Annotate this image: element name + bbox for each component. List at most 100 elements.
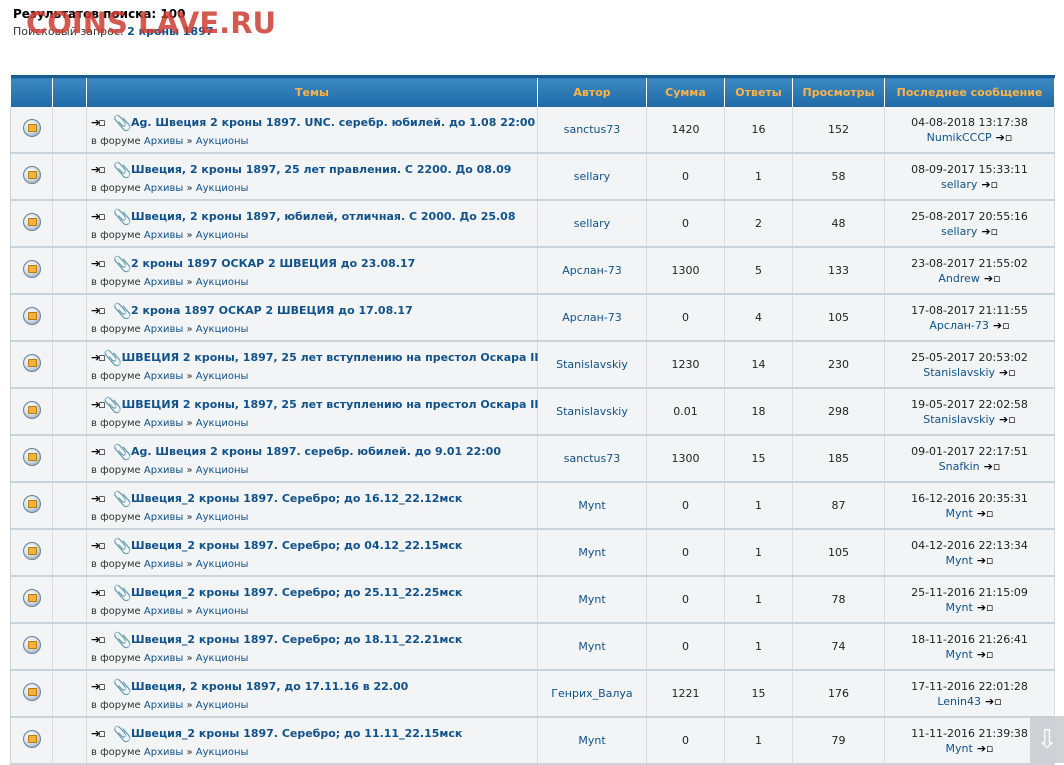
goto-last-post-icon[interactable]: ➔▫ <box>977 507 994 520</box>
forum-link-auctions[interactable]: Аукционы <box>196 653 249 664</box>
goto-first-unread-icon[interactable]: ➔▫ <box>91 633 113 646</box>
goto-last-post-icon[interactable]: ➔▫ <box>977 648 994 661</box>
author-link[interactable]: Mynt <box>578 640 605 653</box>
author-link[interactable]: Stanislavskiy <box>556 358 628 371</box>
goto-last-post-icon[interactable]: ➔▫ <box>984 272 1001 285</box>
topic-title-link[interactable]: Швеция_2 кроны 1897. Серебро; до 11.11_2… <box>131 727 462 740</box>
author-link[interactable]: sanctus73 <box>564 452 621 465</box>
goto-last-post-icon[interactable]: ➔▫ <box>984 460 1001 473</box>
goto-first-unread-icon[interactable]: ➔▫ <box>91 680 113 693</box>
forum-link-archive[interactable]: Архивы <box>144 559 183 570</box>
topic-title-link[interactable]: ШВЕЦИЯ 2 кроны, 1897, 25 лет вступлению … <box>122 398 539 411</box>
last-post-author-link[interactable]: Mynt <box>946 507 973 520</box>
last-post-author-link[interactable]: Mynt <box>946 601 973 614</box>
forum-link-archive[interactable]: Архивы <box>144 700 183 711</box>
goto-first-unread-icon[interactable]: ➔▫ <box>91 586 113 599</box>
topic-title-link[interactable]: Ag. Швеция 2 кроны 1897. серебр. юбилей.… <box>131 445 501 458</box>
forum-link-auctions[interactable]: Аукционы <box>196 324 249 335</box>
goto-first-unread-icon[interactable]: ➔▫ <box>91 398 106 411</box>
author-link[interactable]: Арслан-73 <box>562 264 622 277</box>
author-link[interactable]: Mynt <box>578 499 605 512</box>
topic-title-link[interactable]: Ag. Швеция 2 кроны 1897. UNC. серебр. юб… <box>131 116 535 129</box>
last-post-author-link[interactable]: Mynt <box>946 648 973 661</box>
last-post-author-link[interactable]: Snafkin <box>939 460 980 473</box>
goto-last-post-icon[interactable]: ➔▫ <box>996 131 1013 144</box>
topic-title-link[interactable]: Швеция_2 кроны 1897. Серебро; до 16.12_2… <box>131 492 462 505</box>
topic-title-link[interactable]: 2 крона 1897 ОСКАР 2 ШВЕЦИЯ до 17.08.17 <box>131 304 413 317</box>
forum-link-archive[interactable]: Архивы <box>144 324 183 335</box>
forum-link-auctions[interactable]: Аукционы <box>196 559 249 570</box>
goto-first-unread-icon[interactable]: ➔▫ <box>91 257 113 270</box>
author-link[interactable]: sellary <box>574 170 610 183</box>
author-link[interactable]: Арслан-73 <box>562 311 622 324</box>
topic-title-link[interactable]: Швеция, 2 кроны 1897, до 17.11.16 в 22.0… <box>131 680 408 693</box>
topic-title-link[interactable]: Швеция_2 кроны 1897. Серебро; до 04.12_2… <box>131 539 462 552</box>
forum-link-auctions[interactable]: Аукционы <box>196 465 249 476</box>
forum-link-auctions[interactable]: Аукционы <box>196 747 249 758</box>
last-post-author-link[interactable]: Арслан-73 <box>929 319 989 332</box>
forum-link-archive[interactable]: Архивы <box>144 418 183 429</box>
forum-link-archive[interactable]: Архивы <box>144 606 183 617</box>
author-link[interactable]: sellary <box>574 217 610 230</box>
forum-link-archive[interactable]: Архивы <box>144 653 183 664</box>
topic-title-link[interactable]: ШВЕЦИЯ 2 кроны, 1897, 25 лет вступлению … <box>122 351 539 364</box>
goto-last-post-icon[interactable]: ➔▫ <box>977 554 994 567</box>
forum-link-auctions[interactable]: Аукционы <box>196 700 249 711</box>
author-link[interactable]: Mynt <box>578 593 605 606</box>
goto-last-post-icon[interactable]: ➔▫ <box>999 366 1016 379</box>
last-post-author-link[interactable]: sellary <box>941 225 977 238</box>
forum-link-auctions[interactable]: Аукционы <box>196 230 249 241</box>
forum-link-archive[interactable]: Архивы <box>144 230 183 241</box>
goto-last-post-icon[interactable]: ➔▫ <box>993 319 1010 332</box>
goto-first-unread-icon[interactable]: ➔▫ <box>91 351 106 364</box>
goto-last-post-icon[interactable]: ➔▫ <box>981 178 998 191</box>
goto-first-unread-icon[interactable]: ➔▫ <box>91 445 113 458</box>
forum-link-auctions[interactable]: Аукционы <box>196 277 249 288</box>
topic-title-link[interactable]: Швеция_2 кроны 1897. Серебро; до 18.11_2… <box>131 633 462 646</box>
last-post-author-link[interactable]: sellary <box>941 178 977 191</box>
author-link[interactable]: sanctus73 <box>564 123 621 136</box>
goto-first-unread-icon[interactable]: ➔▫ <box>91 116 113 129</box>
last-post-author-link[interactable]: Stanislavskiy <box>923 366 995 379</box>
forum-link-auctions[interactable]: Аукционы <box>196 418 249 429</box>
goto-last-post-icon[interactable]: ➔▫ <box>999 413 1016 426</box>
last-post-author-link[interactable]: Mynt <box>946 742 973 755</box>
forum-link-archive[interactable]: Архивы <box>144 747 183 758</box>
forum-link-archive[interactable]: Архивы <box>144 183 183 194</box>
goto-first-unread-icon[interactable]: ➔▫ <box>91 163 113 176</box>
topic-title-link[interactable]: Швеция, 2 кроны 1897, юбилей, отличная. … <box>131 210 515 223</box>
author-link[interactable]: Генрих_Валуа <box>551 687 632 700</box>
forum-link-archive[interactable]: Архивы <box>144 277 183 288</box>
goto-last-post-icon[interactable]: ➔▫ <box>985 695 1002 708</box>
goto-first-unread-icon[interactable]: ➔▫ <box>91 539 113 552</box>
last-post-author-link[interactable]: Lenin43 <box>937 695 981 708</box>
topic-title-link[interactable]: Швеция_2 кроны 1897. Серебро; до 25.11_2… <box>131 586 462 599</box>
forum-link-archive[interactable]: Архивы <box>144 371 183 382</box>
goto-first-unread-icon[interactable]: ➔▫ <box>91 492 113 505</box>
goto-first-unread-icon[interactable]: ➔▫ <box>91 304 113 317</box>
author-link[interactable]: Mynt <box>578 546 605 559</box>
goto-last-post-icon[interactable]: ➔▫ <box>977 601 994 614</box>
topic-title-link[interactable]: 2 кроны 1897 ОСКАР 2 ШВЕЦИЯ до 23.08.17 <box>131 257 415 270</box>
last-post-author-link[interactable]: Stanislavskiy <box>923 413 995 426</box>
goto-last-post-icon[interactable]: ➔▫ <box>977 742 994 755</box>
forum-link-archive[interactable]: Архивы <box>144 465 183 476</box>
forum-link-auctions[interactable]: Аукционы <box>196 606 249 617</box>
forum-link-auctions[interactable]: Аукционы <box>196 512 249 523</box>
last-post-author-link[interactable]: Andrew <box>938 272 980 285</box>
sum-value: 0 <box>682 499 689 512</box>
last-post-author-link[interactable]: NumikCCCP <box>927 131 992 144</box>
last-post-author-link[interactable]: Mynt <box>946 554 973 567</box>
forum-link-archive[interactable]: Архивы <box>144 136 183 147</box>
goto-last-post-icon[interactable]: ➔▫ <box>981 225 998 238</box>
forum-link-auctions[interactable]: Аукционы <box>196 371 249 382</box>
scroll-down-button[interactable]: ⇩ <box>1030 716 1064 763</box>
forum-link-archive[interactable]: Архивы <box>144 512 183 523</box>
topic-title-link[interactable]: Швеция, 2 кроны 1897, 25 лет правления. … <box>131 163 511 176</box>
goto-first-unread-icon[interactable]: ➔▫ <box>91 727 113 740</box>
forum-link-auctions[interactable]: Аукционы <box>196 136 249 147</box>
forum-link-auctions[interactable]: Аукционы <box>196 183 249 194</box>
goto-first-unread-icon[interactable]: ➔▫ <box>91 210 113 223</box>
author-link[interactable]: Mynt <box>578 734 605 747</box>
author-link[interactable]: Stanislavskiy <box>556 405 628 418</box>
